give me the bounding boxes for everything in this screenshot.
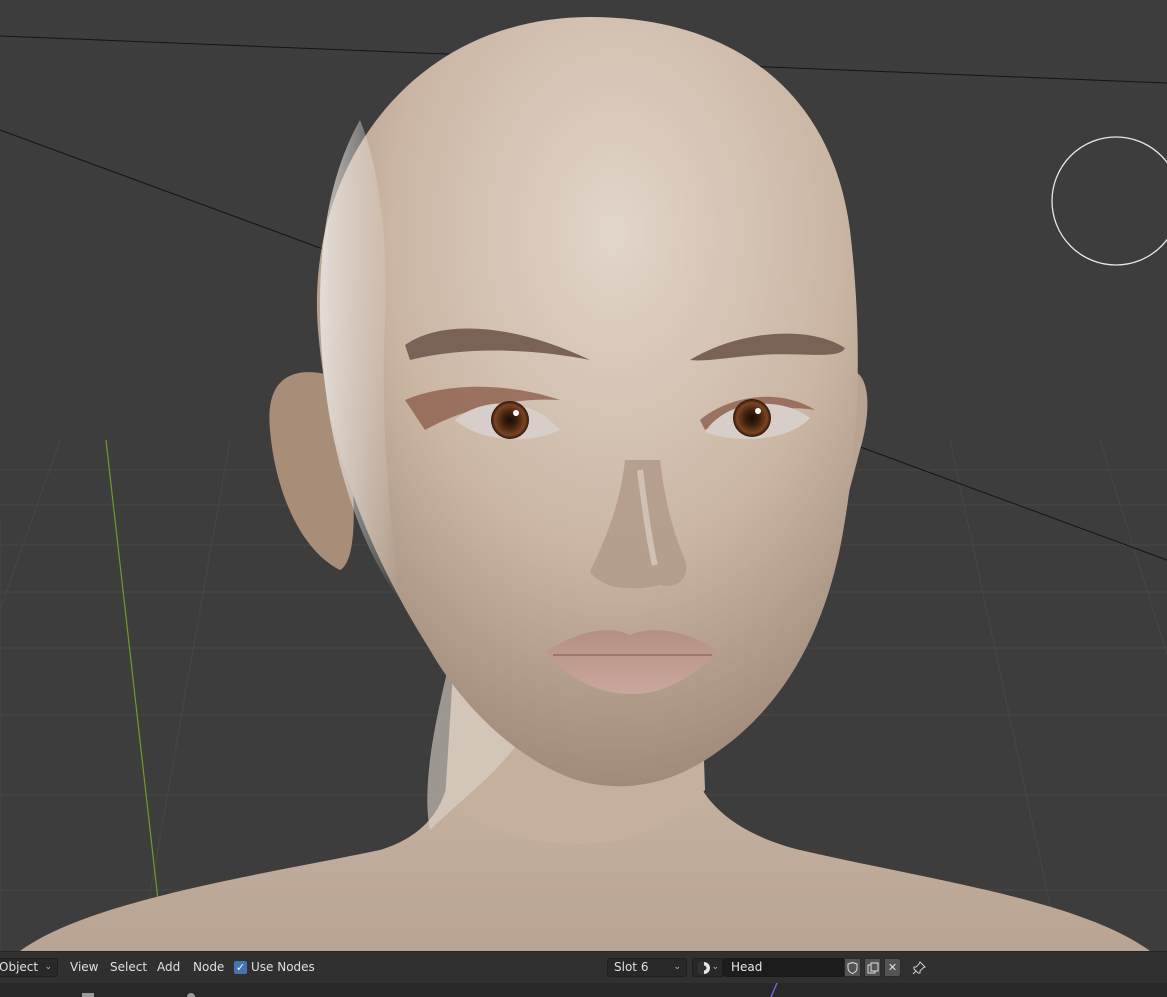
material-name-field[interactable]: Head — [723, 958, 844, 977]
pin-button[interactable] — [910, 952, 928, 983]
menu-view[interactable]: View — [70, 952, 98, 983]
left-iris — [491, 401, 529, 439]
light-gizmo-circle — [1051, 136, 1167, 266]
node-editor-preview — [82, 983, 778, 997]
shader-editor-header: Object ⌄ View Select Add Node ✓ Use Node… — [0, 951, 1167, 983]
fake-user-button[interactable] — [844, 958, 861, 977]
menu-node[interactable]: Node — [193, 952, 224, 983]
slot-label: Slot 6 — [614, 960, 649, 974]
material-name: Head — [731, 960, 763, 974]
viewport-scene — [0, 17, 1167, 951]
use-nodes-checkbox[interactable]: ✓ — [234, 961, 247, 974]
mode-dropdown[interactable]: Object ⌄ — [0, 958, 58, 977]
3d-viewport[interactable] — [0, 0, 1167, 951]
shield-icon — [847, 961, 858, 975]
menu-add[interactable]: Add — [157, 952, 180, 983]
y-axis-line — [105, 439, 159, 901]
menu-select[interactable]: Select — [110, 952, 147, 983]
pin-icon — [912, 961, 926, 975]
node-editor-area[interactable] — [0, 983, 1167, 997]
right-iris — [733, 399, 771, 437]
chevron-down-icon: ⌄ — [711, 962, 719, 972]
use-nodes-label: Use Nodes — [251, 960, 315, 974]
close-icon: ✕ — [887, 961, 898, 974]
chevron-down-icon: ⌄ — [44, 962, 52, 972]
material-sphere-icon — [698, 962, 710, 974]
material-browse-button[interactable]: ⌄ — [692, 958, 723, 977]
chevron-down-icon: ⌄ — [673, 962, 681, 972]
checkmark-icon: ✓ — [235, 961, 246, 974]
unlink-material-button[interactable]: ✕ — [884, 958, 901, 977]
left-eye-glint — [513, 410, 519, 416]
mode-label: Object — [0, 960, 39, 974]
duplicate-material-button[interactable] — [864, 958, 881, 977]
slot-dropdown[interactable]: Slot 6 ⌄ — [607, 958, 687, 977]
blender-window: Object ⌄ View Select Add Node ✓ Use Node… — [0, 0, 1167, 997]
right-eye-glint — [755, 408, 761, 414]
duplicate-icon — [867, 962, 878, 974]
